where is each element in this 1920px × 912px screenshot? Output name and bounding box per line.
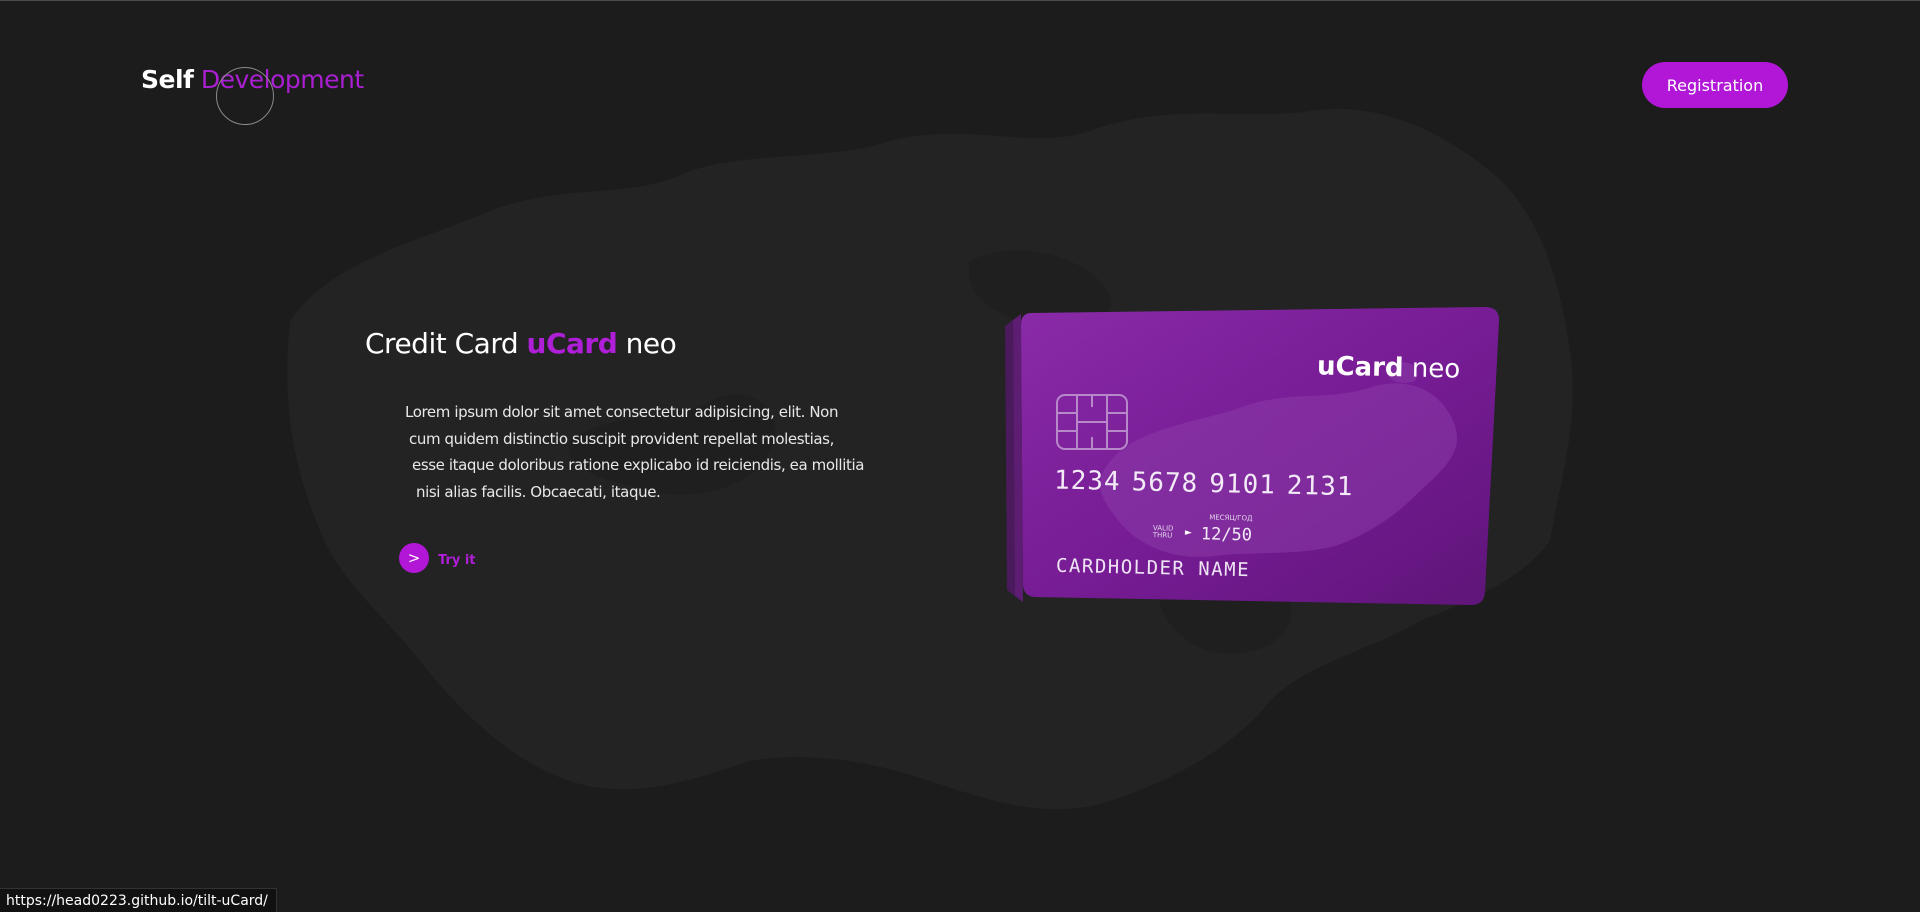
month-year-label: МЕСЯЦ/ГОД — [1209, 513, 1253, 523]
description-line: esse itaque doloribus ratione explicabo … — [412, 456, 865, 474]
card-number-group: 9101 — [1208, 469, 1277, 501]
logo-word-self: Self — [141, 65, 194, 94]
thru-line: THRU — [1152, 531, 1173, 540]
hero-description: Lorem ipsum dolor sit amet consectetur a… — [405, 399, 875, 505]
description-line: cum quidem distinctio suscipit provident… — [409, 429, 834, 448]
chevron-right-icon[interactable]: > — [399, 543, 429, 573]
card-brand: uCard neo — [1317, 351, 1461, 384]
hero-title-suffix: neo — [625, 327, 677, 360]
hero-title: Credit Card uCard neo — [365, 327, 677, 360]
status-bar-url: https://head0223.github.io/tilt-uCard/ — [0, 888, 277, 912]
page: Self Development Registration Credit Car… — [0, 0, 1920, 912]
valid-thru-label: VALID THRU — [1152, 524, 1174, 540]
mouse-cursor-ring — [216, 67, 274, 125]
hero-title-brand: uCard — [526, 327, 618, 360]
description-line: nisi alias facilis. Obcaecati, itaque. — [416, 482, 661, 501]
card-validity: VALID THRU ► МЕСЯЦ/ГОД 12/50 — [1153, 506, 1314, 550]
card-brand-neo: neo — [1411, 353, 1461, 385]
expiry-date: 12/50 — [1200, 524, 1253, 546]
try-it-label[interactable]: Try it — [438, 553, 476, 568]
registration-button[interactable]: Registration — [1642, 62, 1788, 108]
triangle-right-icon: ► — [1184, 527, 1192, 539]
description-line: Lorem ipsum dolor sit amet consectetur a… — [405, 403, 839, 421]
hero-title-prefix: Credit Card — [365, 327, 519, 360]
card-number-group: 1234 — [1053, 465, 1121, 497]
cardholder-name: CARDHOLDER NAME — [1055, 554, 1251, 582]
card-number-group: 5678 — [1131, 467, 1199, 499]
credit-card[interactable]: uCard neo 1234 5678 9101 2131 VALID THRU ► … — [995, 306, 1505, 611]
sim-chip-icon — [1056, 394, 1128, 450]
try-it-link[interactable]: > Try it — [399, 543, 476, 573]
card-brand-ucard: uCard — [1316, 351, 1404, 384]
card-number-group: 2131 — [1286, 470, 1354, 503]
